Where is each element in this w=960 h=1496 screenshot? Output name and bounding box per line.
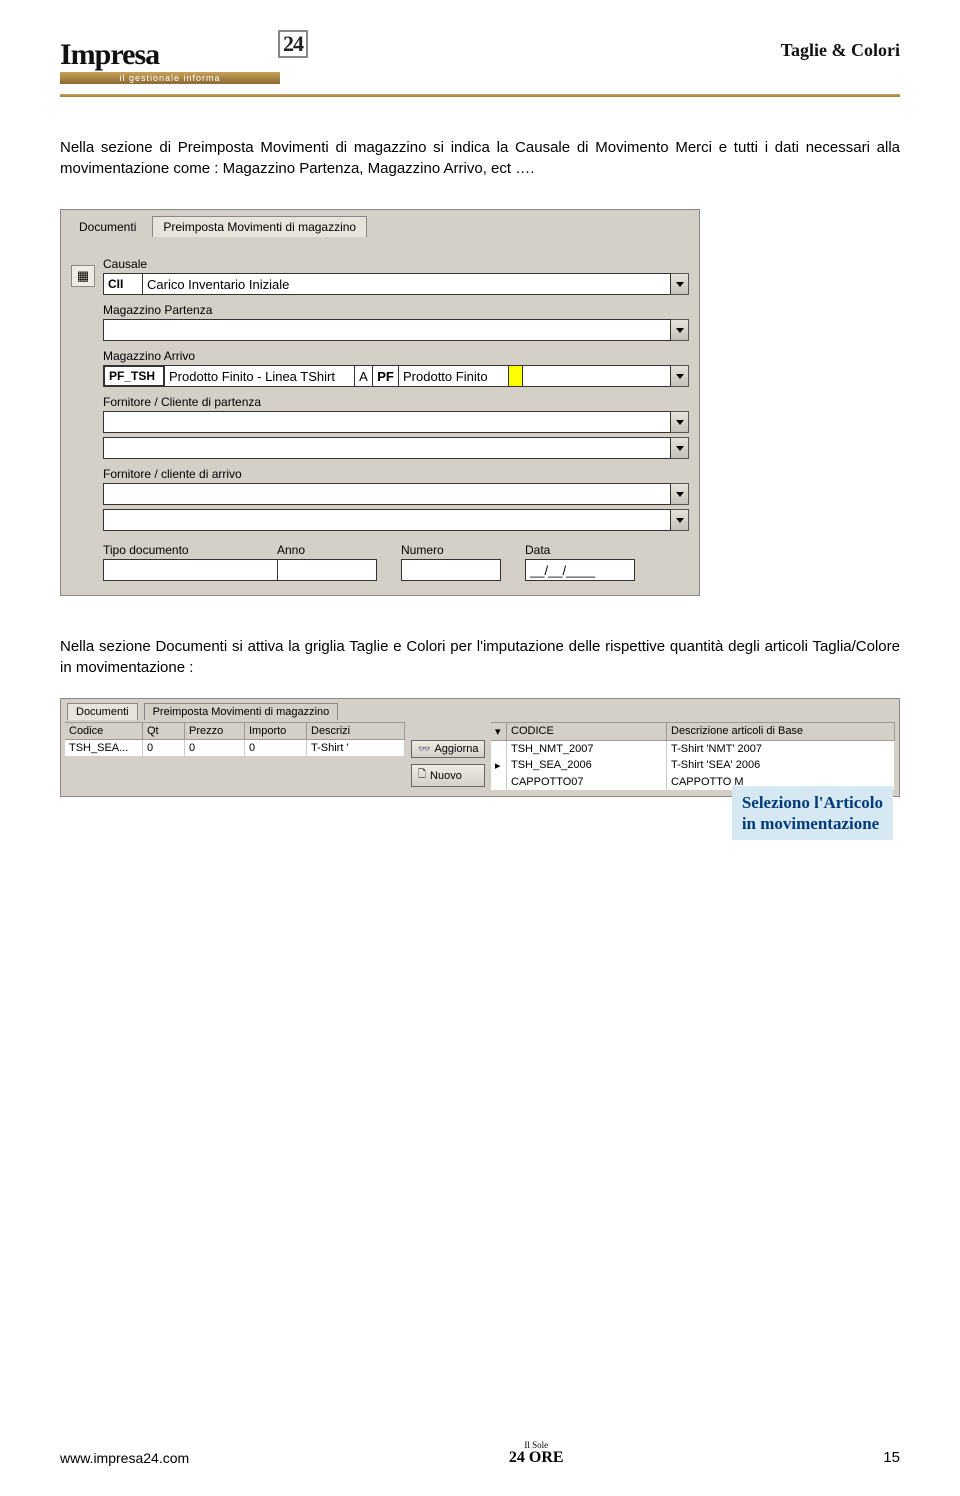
tab-preimposta[interactable]: Preimposta Movimenti di magazzino (152, 216, 367, 237)
footer-url: www.impresa24.com (60, 1450, 189, 1466)
forn-partenza-dropdown-2[interactable] (671, 437, 689, 459)
mag-arrivo-label: Magazzino Arrivo (103, 349, 689, 363)
logo-24: 24 (278, 30, 308, 58)
col-desc-r[interactable]: Descrizione articoli di Base (667, 723, 895, 740)
callout-l1: Seleziono l'Articolo (742, 792, 883, 813)
header-divider (60, 94, 900, 97)
paragraph-2: Nella sezione Documenti si attiva la gri… (60, 636, 900, 678)
grid-icon[interactable]: ▦ (71, 265, 95, 287)
new-icon: 🗋 (418, 767, 426, 784)
callout-box: Seleziono l'Articolo in movimentazione (732, 786, 893, 841)
data-label: Data (525, 543, 635, 557)
r1-code: TSH_SEA_2006 (507, 757, 667, 774)
col-descrizi[interactable]: Descrizi (307, 723, 405, 739)
data-input[interactable] (525, 559, 635, 581)
aggiorna-button[interactable]: 👓 Aggiorna (411, 740, 485, 758)
table-row[interactable]: TSH_SEA... 0 0 0 T-Shirt ' (65, 740, 405, 756)
mag-partenza-input[interactable] (103, 319, 671, 341)
forn-partenza-dropdown-1[interactable] (671, 411, 689, 433)
row-descrizi: T-Shirt ' (307, 740, 405, 756)
numero-input[interactable] (401, 559, 501, 581)
col-qt[interactable]: Qt (143, 723, 185, 739)
forn-arrivo-label: Fornitore / cliente di arrivo (103, 467, 689, 481)
list-item[interactable]: TSH_NMT_2007 T-Shirt 'NMT' 2007 (491, 741, 895, 757)
header-logo: Impresa 24 il gestionale informa (60, 40, 280, 84)
arrivo-code: PF_TSH (109, 369, 158, 383)
form-documenti: Documenti Preimposta Movimenti di magazz… (60, 698, 900, 797)
col-codice-r[interactable]: CODICE (507, 723, 667, 740)
arrivo-col-pf: PF (377, 369, 394, 384)
row-importo: 0 (245, 740, 307, 756)
col-arrow[interactable]: ▾ (491, 723, 507, 740)
form-preimposta: Documenti Preimposta Movimenti di magazz… (60, 209, 700, 596)
causale-code: CII (108, 277, 126, 291)
row-prezzo: 0 (185, 740, 245, 756)
causale-dropdown[interactable] (671, 273, 689, 295)
arrivo-highlight (509, 365, 523, 387)
tab-documenti[interactable]: Documenti (71, 217, 144, 237)
arrivo-col-a: A (359, 369, 368, 384)
tipo-doc-input[interactable] (103, 559, 289, 581)
footer-logo: Il Sole 24 ORE (509, 1441, 564, 1466)
binoculars-icon: 👓 (418, 744, 430, 755)
causale-label: Causale (103, 257, 689, 271)
arrivo-desc2: Prodotto Finito (403, 369, 488, 384)
row-codice: TSH_SEA... (65, 740, 143, 756)
tipo-doc-label: Tipo documento (103, 543, 253, 557)
mag-partenza-label: Magazzino Partenza (103, 303, 689, 317)
mag-partenza-dropdown[interactable] (671, 319, 689, 341)
anno-input[interactable] (277, 559, 377, 581)
paragraph-1: Nella sezione di Preimposta Movimenti di… (60, 137, 900, 179)
r1-desc: T-Shirt 'SEA' 2006 (667, 757, 895, 774)
forn-arrivo-input-1[interactable] (103, 483, 671, 505)
forn-arrivo-dropdown-2[interactable] (671, 509, 689, 531)
row-qt: 0 (143, 740, 185, 756)
causale-desc: Carico Inventario Iniziale (147, 277, 289, 292)
logo-tagline: il gestionale informa (60, 72, 280, 84)
section-title: Taglie & Colori (781, 40, 900, 61)
sole-big: 24 ORE (509, 1450, 564, 1466)
forn-arrivo-input-2[interactable] (103, 509, 671, 531)
arrivo-desc1: Prodotto Finito - Linea TShirt (169, 369, 335, 384)
callout-l2: in movimentazione (742, 813, 883, 834)
r2-code: CAPPOTTO07 (507, 774, 667, 790)
forn-partenza-input-1[interactable] (103, 411, 671, 433)
page-number: 15 (883, 1449, 900, 1466)
forn-partenza-label: Fornitore / Cliente di partenza (103, 395, 689, 409)
logo-text: Impresa (60, 38, 159, 71)
nuovo-button[interactable]: 🗋 Nuovo (411, 764, 485, 787)
col-importo[interactable]: Importo (245, 723, 307, 739)
anno-label: Anno (277, 543, 377, 557)
forn-partenza-input-2[interactable] (103, 437, 671, 459)
nuovo-label: Nuovo (430, 770, 462, 782)
list-item[interactable]: ▸ TSH_SEA_2006 T-Shirt 'SEA' 2006 (491, 757, 895, 774)
forn-arrivo-dropdown-1[interactable] (671, 483, 689, 505)
r0-desc: T-Shirt 'NMT' 2007 (667, 741, 895, 757)
tab2-documenti[interactable]: Documenti (67, 703, 138, 720)
numero-label: Numero (401, 543, 501, 557)
tab2-preimposta[interactable]: Preimposta Movimenti di magazzino (144, 703, 339, 720)
col-prezzo[interactable]: Prezzo (185, 723, 245, 739)
r0-code: TSH_NMT_2007 (507, 741, 667, 757)
arrivo-dropdown[interactable] (671, 365, 689, 387)
col-codice[interactable]: Codice (65, 723, 143, 739)
aggiorna-label: Aggiorna (434, 743, 478, 755)
